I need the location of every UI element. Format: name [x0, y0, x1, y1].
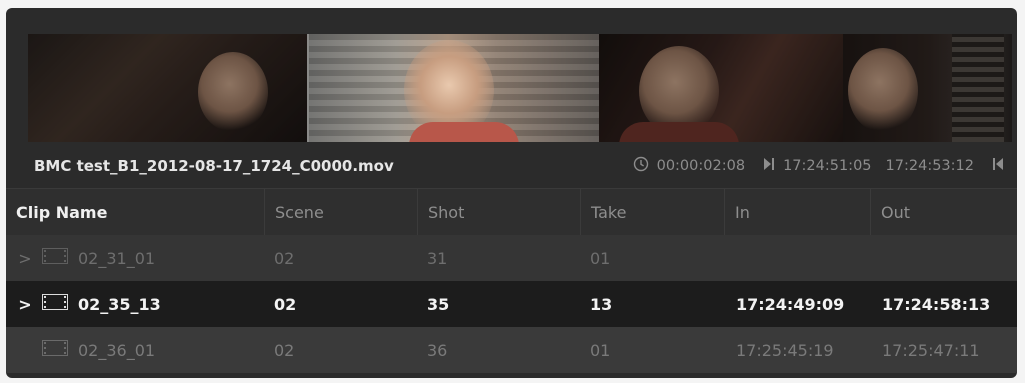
column-header-scene[interactable]: Scene [264, 189, 417, 235]
mark-in-icon[interactable] [763, 157, 775, 175]
take-cell: 01 [590, 248, 611, 268]
film-clip-icon [42, 294, 68, 314]
table-header: Clip Name Scene Shot Take In Out [6, 188, 1017, 235]
film-clip-icon [42, 340, 68, 360]
clip-filmstrip[interactable] [28, 34, 1012, 142]
out-cell: 17:24:58:13 [882, 294, 991, 314]
table-row[interactable]: 02_36_01 02 36 01 17:25:45:19 17:25:47:1… [6, 327, 1017, 373]
shot-cell: 36 [427, 340, 448, 360]
filmstrip-frame [843, 34, 1012, 142]
shot-cell: 31 [427, 248, 448, 268]
clip-name: 02_31_01 [78, 248, 156, 268]
clip-info-bar: BMC test_B1_2012-08-17_1724_C0000.mov 00… [28, 150, 1012, 182]
filmstrip-frame [28, 34, 308, 142]
clip-name: 02_36_01 [78, 340, 156, 360]
scene-cell: 02 [274, 340, 295, 360]
clip-filename: BMC test_B1_2012-08-17_1724_C0000.mov [34, 157, 394, 175]
film-clip-icon [42, 248, 68, 268]
out-cell [870, 235, 1017, 281]
timecode-out: 17:24:53:12 [885, 158, 974, 174]
clip-name-cell: 02_36_01 [6, 327, 264, 373]
column-header-clip-name[interactable]: Clip Name [6, 189, 264, 235]
column-header-in[interactable]: In [724, 189, 870, 235]
clip-name-cell: > 02_31_01 [6, 235, 264, 281]
in-cell: 17:25:45:19 [736, 340, 834, 360]
take-cell: 13 [590, 294, 613, 314]
mark-out-icon[interactable] [992, 157, 1004, 175]
column-header-out[interactable]: Out [870, 189, 1017, 235]
clip-name: 02_35_13 [78, 294, 161, 314]
out-cell: 17:25:47:11 [882, 340, 980, 360]
scene-cell: 02 [274, 248, 295, 268]
clip-metadata-panel: BMC test_B1_2012-08-17_1724_C0000.mov 00… [6, 8, 1017, 378]
clock-icon [633, 156, 649, 176]
take-cell: 01 [590, 340, 611, 360]
chevron-right-icon[interactable]: > [16, 295, 34, 314]
filmstrip-frame [309, 34, 599, 142]
filmstrip-frame [598, 34, 844, 142]
clip-duration: 00:00:02:08 [656, 158, 746, 174]
column-header-shot[interactable]: Shot [417, 189, 580, 235]
scene-cell: 02 [274, 294, 297, 314]
clip-name-cell: > 02_35_13 [6, 281, 264, 327]
in-cell: 17:24:49:09 [736, 294, 845, 314]
clip-table: Clip Name Scene Shot Take In Out > 02_31… [6, 188, 1017, 373]
timecode-in: 17:24:51:05 [783, 158, 872, 174]
shot-cell: 35 [427, 294, 450, 314]
in-cell [724, 235, 870, 281]
column-header-take[interactable]: Take [580, 189, 724, 235]
chevron-right-icon[interactable]: > [16, 249, 34, 268]
table-row[interactable]: > 02_31_01 02 31 01 [6, 235, 1017, 281]
table-row-selected[interactable]: > 02_35_13 02 35 13 17:24:49:09 17:24:58… [6, 281, 1017, 327]
